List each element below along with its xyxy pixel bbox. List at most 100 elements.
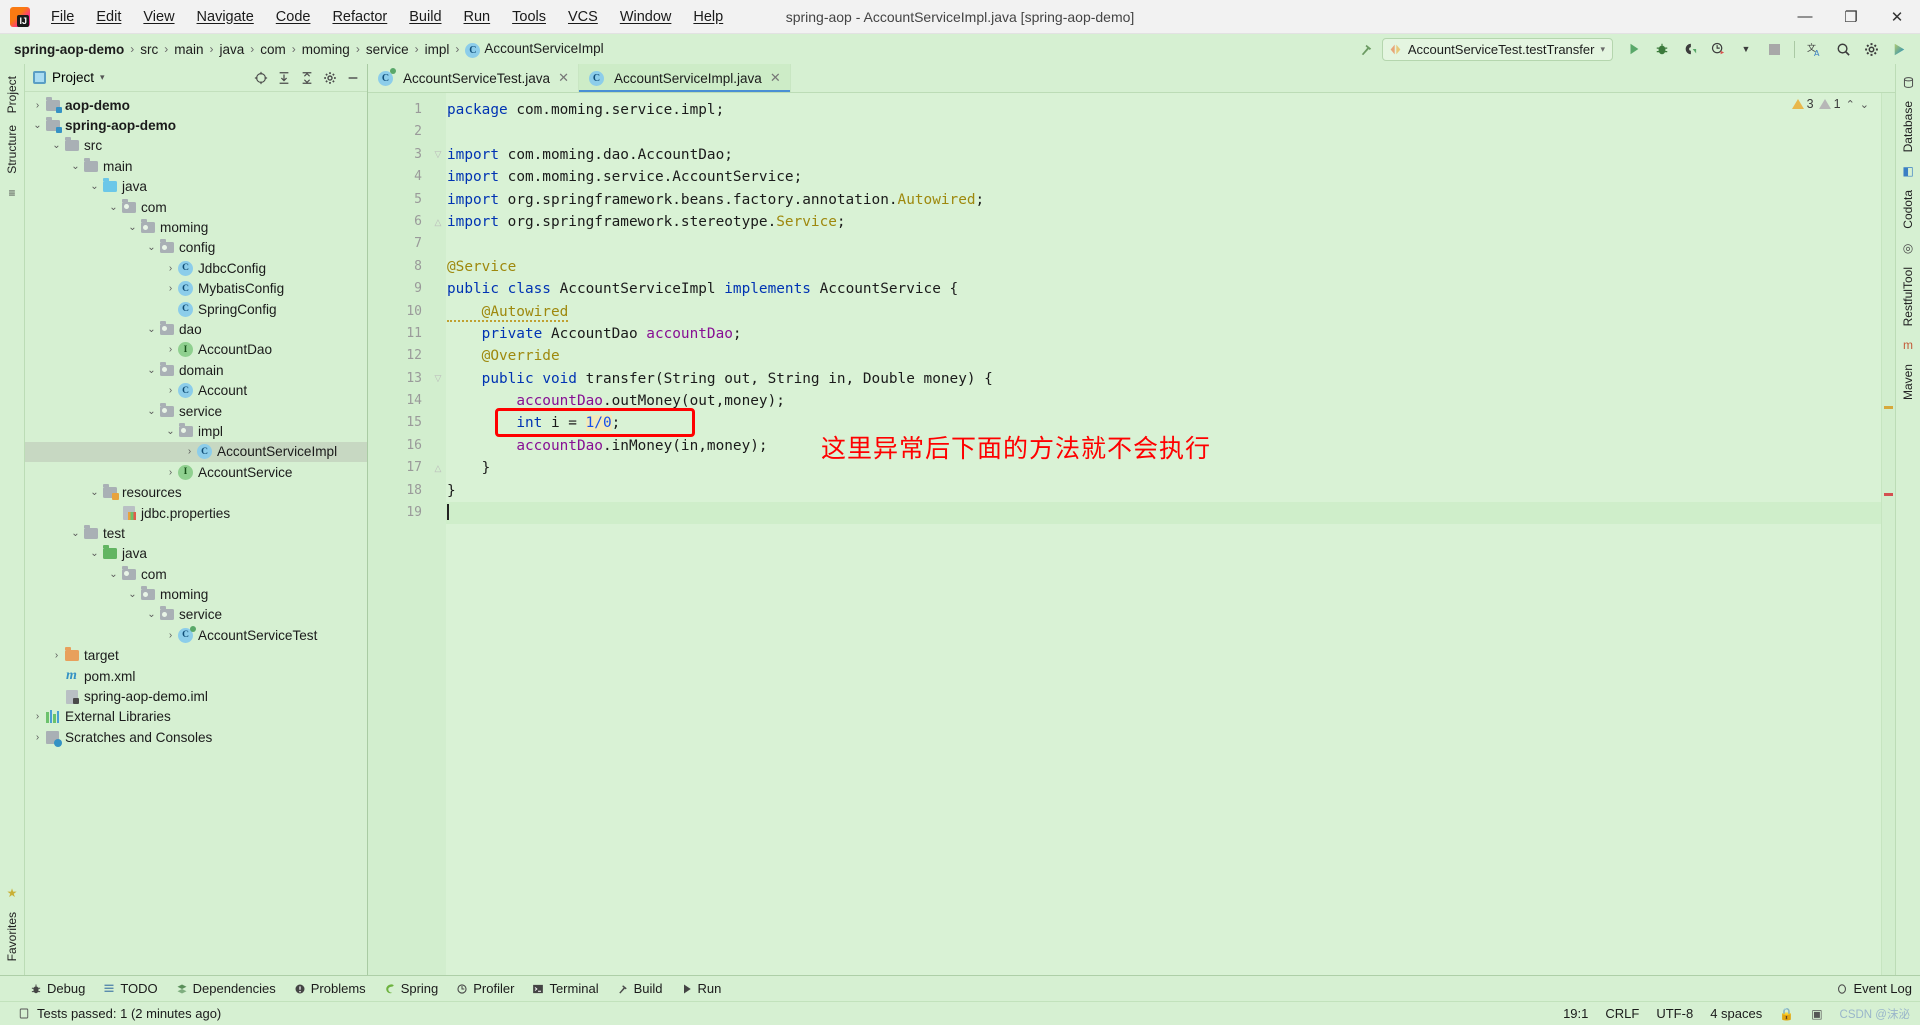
- chevron-down-icon[interactable]: ⌄: [69, 161, 82, 172]
- line-number[interactable]: 18: [368, 480, 430, 502]
- breadcrumb-item-main[interactable]: main: [170, 40, 207, 59]
- chevron-down-icon[interactable]: ⌄: [69, 528, 82, 539]
- inspection-widget[interactable]: 3 1 ⌃ ⌄: [1791, 97, 1869, 111]
- fold-marker[interactable]: [430, 412, 446, 434]
- line-number[interactable]: 7: [368, 233, 430, 255]
- tree-node-accountservice[interactable]: › I AccountService: [25, 462, 367, 482]
- tree-node-com[interactable]: ⌄ com: [25, 197, 367, 217]
- close-icon[interactable]: ✕: [770, 70, 781, 86]
- fold-marker[interactable]: [430, 256, 446, 278]
- minimize-button[interactable]: —: [1782, 0, 1828, 33]
- tool-window-debug[interactable]: Debug: [22, 979, 93, 998]
- code-line[interactable]: import com.moming.service.AccountService…: [446, 166, 1881, 188]
- tree-node-accountdao[interactable]: › I AccountDao: [25, 340, 367, 360]
- code-line[interactable]: }: [446, 480, 1881, 502]
- menu-vcs[interactable]: VCS: [557, 5, 609, 29]
- tree-node-aop-demo[interactable]: › aop-demo: [25, 95, 367, 115]
- warning-count-chip[interactable]: 3: [1791, 97, 1814, 111]
- chevron-down-icon[interactable]: ⌄: [88, 181, 101, 192]
- chevron-right-icon[interactable]: ›: [183, 446, 196, 457]
- project-tree[interactable]: › aop-demo ⌄ spring-aop-demo ⌄ src ⌄ main ⌄ java ⌄…: [25, 92, 367, 975]
- menu-build[interactable]: Build: [398, 5, 452, 29]
- fold-marker[interactable]: ▽: [430, 144, 446, 166]
- fold-marker[interactable]: [430, 345, 446, 367]
- tree-node-spring-aop-demo-iml[interactable]: ›spring-aop-demo.iml: [25, 686, 367, 706]
- chevron-down-icon[interactable]: ⌄: [107, 202, 120, 213]
- settings-icon[interactable]: [1858, 37, 1884, 61]
- tree-node-moming[interactable]: ⌄ moming: [25, 217, 367, 237]
- tree-node-pom-xml[interactable]: ›mpom.xml: [25, 666, 367, 686]
- close-button[interactable]: ✕: [1874, 0, 1920, 33]
- tree-node-com[interactable]: ⌄ com: [25, 564, 367, 584]
- chevron-down-icon[interactable]: ⌄: [145, 324, 158, 335]
- menu-code[interactable]: Code: [265, 5, 322, 29]
- line-number[interactable]: 9: [368, 278, 430, 300]
- chevron-down-icon[interactable]: ▾: [100, 72, 105, 83]
- code-line[interactable]: public class AccountServiceImpl implemen…: [446, 278, 1881, 300]
- code-line[interactable]: public void transfer(String out, String …: [446, 368, 1881, 390]
- tree-node-service[interactable]: ⌄ service: [25, 401, 367, 421]
- gear-icon[interactable]: [320, 68, 340, 88]
- editor-gutter[interactable]: 12345678910111213I↑141516171819: [368, 93, 450, 975]
- menu-run[interactable]: Run: [453, 5, 502, 29]
- chevron-down-icon[interactable]: ⌄: [126, 589, 139, 600]
- tree-node-account[interactable]: › C Account: [25, 380, 367, 400]
- fold-marker[interactable]: [430, 301, 446, 323]
- code-line[interactable]: import org.springframework.stereotype.Se…: [446, 211, 1881, 233]
- menu-window[interactable]: Window: [609, 5, 683, 29]
- breadcrumb-item-project[interactable]: spring-aop-demo: [10, 40, 128, 59]
- fold-marker[interactable]: ▽: [430, 368, 446, 390]
- breadcrumb-item-src[interactable]: src: [136, 40, 162, 59]
- prev-problem-icon[interactable]: ⌃: [1846, 98, 1855, 111]
- editor-marker-track[interactable]: [1881, 93, 1895, 975]
- fold-marker[interactable]: [430, 480, 446, 502]
- menu-view[interactable]: View: [132, 5, 185, 29]
- crosshair-icon[interactable]: [251, 68, 271, 88]
- rail-tab-restfultool[interactable]: RestfulTool: [1899, 261, 1917, 332]
- close-icon[interactable]: ✕: [558, 70, 569, 86]
- menu-edit[interactable]: Edit: [85, 5, 132, 29]
- chevron-down-icon[interactable]: ▾: [1600, 44, 1605, 55]
- rail-tab-database[interactable]: Database: [1899, 95, 1917, 158]
- search-icon[interactable]: [1830, 37, 1856, 61]
- chevron-down-icon[interactable]: ⌄: [145, 242, 158, 253]
- tool-window-build[interactable]: Build: [609, 979, 671, 998]
- line-number[interactable]: 4: [368, 166, 430, 188]
- chevron-down-icon[interactable]: ⌄: [126, 222, 139, 233]
- tree-node-external-libraries[interactable]: › External Libraries: [25, 707, 367, 727]
- code-line[interactable]: @Override: [446, 345, 1881, 367]
- chevron-right-icon[interactable]: ›: [164, 630, 177, 641]
- codota-icon[interactable]: ◧: [1902, 164, 1913, 178]
- tree-node-impl[interactable]: ⌄ impl: [25, 421, 367, 441]
- tool-window-run[interactable]: Run: [673, 979, 730, 998]
- marker-error[interactable]: [1884, 493, 1893, 496]
- line-number[interactable]: 15: [368, 412, 430, 434]
- menu-file[interactable]: File: [40, 5, 85, 29]
- chevron-right-icon[interactable]: ›: [31, 100, 44, 111]
- line-number[interactable]: 16: [368, 435, 430, 457]
- marker-warning[interactable]: [1884, 406, 1893, 409]
- chevron-down-icon[interactable]: ⌄: [145, 365, 158, 376]
- rail-tab-project[interactable]: Project: [3, 70, 21, 119]
- maximize-button[interactable]: ❐: [1828, 0, 1874, 33]
- indent-setting[interactable]: 4 spaces: [1710, 1006, 1762, 1021]
- editor-tab-AccountServiceTest[interactable]: C AccountServiceTest.java ✕: [368, 64, 579, 92]
- code-line[interactable]: [446, 233, 1881, 255]
- tree-node-dao[interactable]: ⌄ dao: [25, 319, 367, 339]
- chevron-right-icon[interactable]: ›: [164, 467, 177, 478]
- fold-marker[interactable]: [430, 323, 446, 345]
- chevron-down-icon[interactable]: ⌄: [50, 140, 63, 151]
- restfultool-icon[interactable]: ◎: [1903, 241, 1913, 255]
- chevron-down-icon[interactable]: ⌄: [107, 569, 120, 580]
- code-line[interactable]: @Autowired: [446, 301, 1881, 323]
- code-line[interactable]: import com.moming.dao.AccountDao;: [446, 144, 1881, 166]
- tree-node-mybatisconfig[interactable]: › C MybatisConfig: [25, 279, 367, 299]
- chevron-down-icon[interactable]: ⌄: [88, 548, 101, 559]
- line-number[interactable]: 14: [368, 390, 430, 412]
- line-number[interactable]: 13I↑: [368, 368, 450, 390]
- fold-marker[interactable]: [430, 166, 446, 188]
- minimize-panel-icon[interactable]: [343, 68, 363, 88]
- caret-position[interactable]: 19:1: [1563, 1006, 1588, 1021]
- breadcrumb-item-java[interactable]: java: [216, 40, 249, 59]
- menu-help[interactable]: Help: [682, 5, 734, 29]
